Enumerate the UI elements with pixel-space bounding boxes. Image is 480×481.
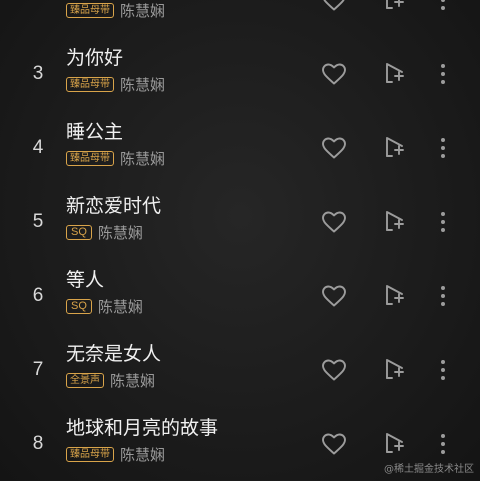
quality-badge: 臻品母带 xyxy=(66,76,114,92)
quality-badge: 臻品母带 xyxy=(66,2,114,18)
heart-icon[interactable] xyxy=(319,281,349,311)
more-vertical-icon[interactable] xyxy=(428,355,458,385)
song-title: 等人 xyxy=(66,269,105,291)
quality-badge: SQ xyxy=(66,298,92,314)
artist-name[interactable]: 陈慧娴 xyxy=(98,296,143,317)
more-vertical-icon[interactable] xyxy=(428,207,458,237)
song-meta: SQ 陈慧娴 xyxy=(66,296,143,316)
artist-name[interactable]: 陈慧娴 xyxy=(110,370,155,391)
heart-icon[interactable] xyxy=(319,59,349,89)
song-row[interactable]: 6 等人 SQ 陈慧娴 xyxy=(0,259,480,333)
heart-icon[interactable] xyxy=(319,429,349,459)
add-to-playlist-icon[interactable] xyxy=(380,207,410,237)
more-vertical-icon[interactable] xyxy=(428,281,458,311)
quality-badge: SQ xyxy=(66,224,92,240)
song-index: 3 xyxy=(32,63,44,84)
song-row[interactable]: 4 睡公主臻品母带 陈慧娴 xyxy=(0,111,480,185)
song-meta: 臻品母带 陈慧娴 xyxy=(66,444,165,464)
song-title: 为你好 xyxy=(66,47,124,69)
quality-badge: 全景声 xyxy=(66,372,104,388)
song-title: 新恋爱时代 xyxy=(66,195,162,217)
add-to-playlist-icon[interactable] xyxy=(380,133,410,163)
song-meta: 臻品母带 陈慧娴 xyxy=(66,148,165,168)
artist-name[interactable]: 陈慧娴 xyxy=(120,148,165,169)
quality-badge: 臻品母带 xyxy=(66,446,114,462)
more-vertical-icon[interactable] xyxy=(428,429,458,459)
song-index: 8 xyxy=(32,433,44,454)
song-row[interactable]: 7 无奈是女人全景声 陈慧娴 xyxy=(0,333,480,407)
song-index: 5 xyxy=(32,211,44,232)
song-row[interactable]: 臻品母带 陈慧娴 xyxy=(0,0,480,37)
heart-icon[interactable] xyxy=(319,133,349,163)
artist-name[interactable]: 陈慧娴 xyxy=(120,0,165,21)
add-to-playlist-icon[interactable] xyxy=(380,59,410,89)
heart-icon[interactable] xyxy=(319,207,349,237)
add-to-playlist-icon[interactable] xyxy=(380,281,410,311)
song-meta: 臻品母带 陈慧娴 xyxy=(66,74,165,94)
song-index: 6 xyxy=(32,285,44,306)
song-row[interactable]: 3 为你好臻品母带 陈慧娴 xyxy=(0,37,480,111)
add-to-playlist-icon[interactable] xyxy=(380,0,410,15)
more-vertical-icon[interactable] xyxy=(428,133,458,163)
heart-icon[interactable] xyxy=(319,0,349,15)
song-index: 4 xyxy=(32,137,44,158)
song-title: 无奈是女人 xyxy=(66,343,162,365)
more-vertical-icon[interactable] xyxy=(428,0,458,15)
quality-badge: 臻品母带 xyxy=(66,150,114,166)
artist-name[interactable]: 陈慧娴 xyxy=(98,222,143,243)
watermark: @稀土掘金技术社区 xyxy=(384,464,474,475)
song-meta: SQ 陈慧娴 xyxy=(66,222,143,242)
song-meta: 臻品母带 陈慧娴 xyxy=(66,0,165,20)
add-to-playlist-icon[interactable] xyxy=(380,429,410,459)
more-vertical-icon[interactable] xyxy=(428,59,458,89)
artist-name[interactable]: 陈慧娴 xyxy=(120,444,165,465)
song-meta: 全景声 陈慧娴 xyxy=(66,370,155,390)
song-title: 地球和月亮的故事 xyxy=(66,417,219,439)
heart-icon[interactable] xyxy=(319,355,349,385)
add-to-playlist-icon[interactable] xyxy=(380,355,410,385)
song-index: 7 xyxy=(32,359,44,380)
song-title: 睡公主 xyxy=(66,121,124,143)
artist-name[interactable]: 陈慧娴 xyxy=(120,74,165,95)
song-row[interactable]: 5 新恋爱时代 SQ 陈慧娴 xyxy=(0,185,480,259)
